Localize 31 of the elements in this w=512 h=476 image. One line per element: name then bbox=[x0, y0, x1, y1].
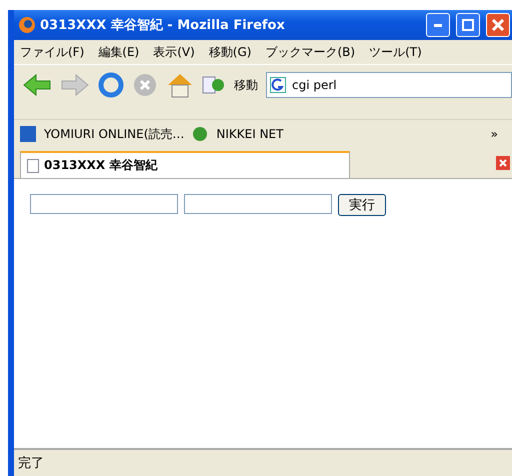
menu-item[interactable]: ツール(T) bbox=[369, 44, 422, 60]
menu-item[interactable]: 移動(G) bbox=[208, 44, 252, 60]
menu-item[interactable]: ブックマーク(B) bbox=[265, 44, 356, 60]
window-title: 0313XXX 幸谷智紀 - Mozilla Firefox bbox=[40, 17, 286, 34]
forward-arrow-icon[interactable] bbox=[60, 73, 90, 97]
bookmark-item[interactable]: YOMIURI ONLINE(読売… bbox=[44, 126, 184, 142]
maximize-icon bbox=[462, 19, 474, 31]
browser-tab[interactable]: 0313XXX 幸谷智紀 bbox=[20, 151, 350, 178]
menu-item[interactable]: 編集(E) bbox=[98, 44, 140, 60]
minimize-icon bbox=[434, 24, 442, 26]
run-button[interactable]: 実行 bbox=[338, 194, 386, 216]
go-label[interactable]: 移動 bbox=[234, 76, 258, 94]
more-bookmarks-button[interactable]: » bbox=[490, 127, 498, 141]
page-icon bbox=[27, 158, 39, 172]
close-button[interactable] bbox=[486, 13, 510, 37]
text-field[interactable] bbox=[30, 194, 178, 214]
bookmark-item[interactable]: NIKKEI NET bbox=[216, 127, 284, 141]
menu-item[interactable]: ファイル(F) bbox=[20, 44, 84, 60]
stop-icon[interactable] bbox=[132, 72, 158, 98]
close-icon bbox=[492, 19, 504, 31]
maximize-button[interactable] bbox=[456, 13, 480, 37]
minimize-button[interactable] bbox=[426, 13, 450, 37]
back-arrow-icon[interactable] bbox=[22, 73, 52, 97]
home-icon[interactable] bbox=[166, 72, 194, 98]
close-tab-button[interactable] bbox=[496, 156, 510, 170]
text-field[interactable] bbox=[184, 194, 332, 214]
go-icon[interactable] bbox=[202, 75, 226, 95]
status-text: 完了 bbox=[18, 455, 44, 472]
reload-icon[interactable] bbox=[98, 72, 124, 98]
menu-item[interactable]: 表示(V) bbox=[153, 44, 195, 60]
address-field[interactable]: cgi perl bbox=[266, 72, 512, 98]
